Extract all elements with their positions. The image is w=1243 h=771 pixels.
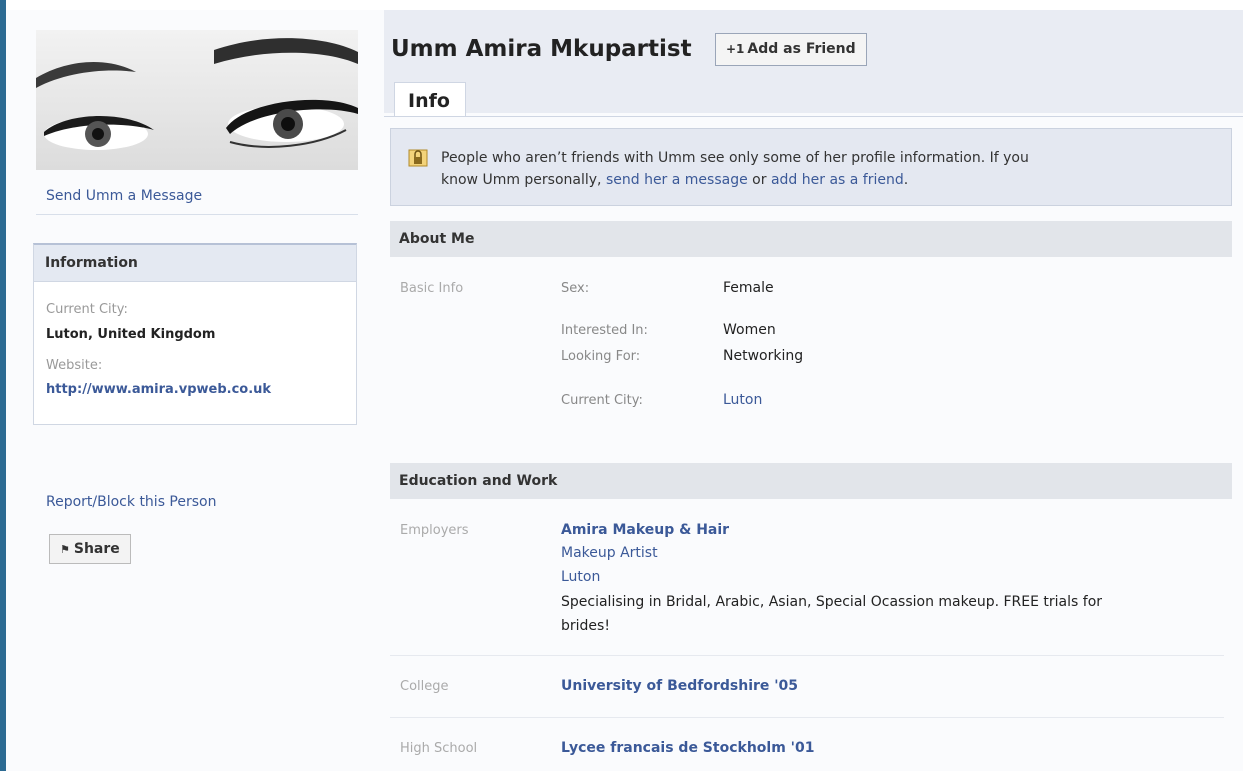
row-divider bbox=[390, 655, 1224, 656]
notice-text: know Umm personally, bbox=[441, 172, 606, 188]
education-work-heading: Education and Work bbox=[390, 463, 1232, 499]
notice-line-2: know Umm personally, send her a message … bbox=[441, 172, 908, 188]
row-divider bbox=[390, 717, 1224, 718]
current-city-field-label: Current City: bbox=[561, 393, 643, 408]
employer-description-line-2: brides! bbox=[561, 618, 610, 634]
current-city-field-link[interactable]: Luton bbox=[723, 392, 762, 408]
add-her-friend-link[interactable]: add her as a friend bbox=[771, 172, 904, 188]
divider bbox=[36, 214, 358, 215]
interested-in-value: Women bbox=[723, 322, 776, 338]
profile-page: Send Umm a Message Information Current C… bbox=[6, 10, 1243, 771]
current-city-value: Luton, United Kingdom bbox=[46, 327, 216, 342]
information-box: Information Current City: Luton, United … bbox=[33, 243, 357, 425]
sex-label: Sex: bbox=[561, 281, 590, 296]
notice-end: . bbox=[903, 172, 909, 188]
share-icon: ⚑ bbox=[60, 543, 70, 556]
employer-location-link[interactable]: Luton bbox=[561, 569, 600, 585]
profile-name: Umm Amira Mkupartist bbox=[391, 36, 692, 62]
notice-or: or bbox=[747, 172, 771, 188]
college-label: College bbox=[400, 679, 449, 694]
looking-for-label: Looking For: bbox=[561, 349, 641, 364]
college-link[interactable]: University of Bedfordshire '05 bbox=[561, 678, 798, 694]
tab-divider bbox=[384, 116, 1243, 117]
website-link[interactable]: http://www.amira.vpweb.co.uk bbox=[46, 382, 271, 397]
send-message-link[interactable]: Send Umm a Message bbox=[46, 188, 202, 204]
employers-label: Employers bbox=[400, 523, 469, 538]
share-button[interactable]: ⚑ Share bbox=[49, 534, 131, 564]
high-school-label: High School bbox=[400, 741, 478, 756]
add-friend-button[interactable]: +1 Add as Friend bbox=[715, 33, 867, 66]
employer-position-link[interactable]: Makeup Artist bbox=[561, 545, 658, 561]
about-me-heading: About Me bbox=[390, 221, 1232, 257]
add-friend-icon: +1 bbox=[726, 42, 745, 56]
information-heading: Information bbox=[34, 245, 356, 282]
report-block-link[interactable]: Report/Block this Person bbox=[46, 494, 216, 510]
tab-info[interactable]: Info bbox=[394, 82, 466, 117]
employer-description-line-1: Specialising in Bridal, Arabic, Asian, S… bbox=[561, 594, 1103, 610]
high-school-link[interactable]: Lycee francais de Stockholm '01 bbox=[561, 740, 814, 756]
interested-in-label: Interested In: bbox=[561, 323, 648, 338]
privacy-notice: People who aren’t friends with Umm see o… bbox=[390, 128, 1232, 206]
employer-name-link[interactable]: Amira Makeup & Hair bbox=[561, 522, 729, 538]
add-friend-label: Add as Friend bbox=[747, 41, 856, 57]
profile-photo[interactable] bbox=[36, 30, 358, 170]
current-city-label: Current City: bbox=[46, 302, 128, 317]
basic-info-label: Basic Info bbox=[400, 281, 464, 296]
send-her-message-link[interactable]: send her a message bbox=[606, 172, 748, 188]
share-label: Share bbox=[73, 541, 120, 557]
sex-value: Female bbox=[723, 280, 774, 296]
looking-for-value: Networking bbox=[723, 348, 804, 364]
website-label: Website: bbox=[46, 358, 103, 373]
notice-line-1: People who aren’t friends with Umm see o… bbox=[441, 150, 1029, 166]
lock-icon bbox=[408, 149, 428, 167]
